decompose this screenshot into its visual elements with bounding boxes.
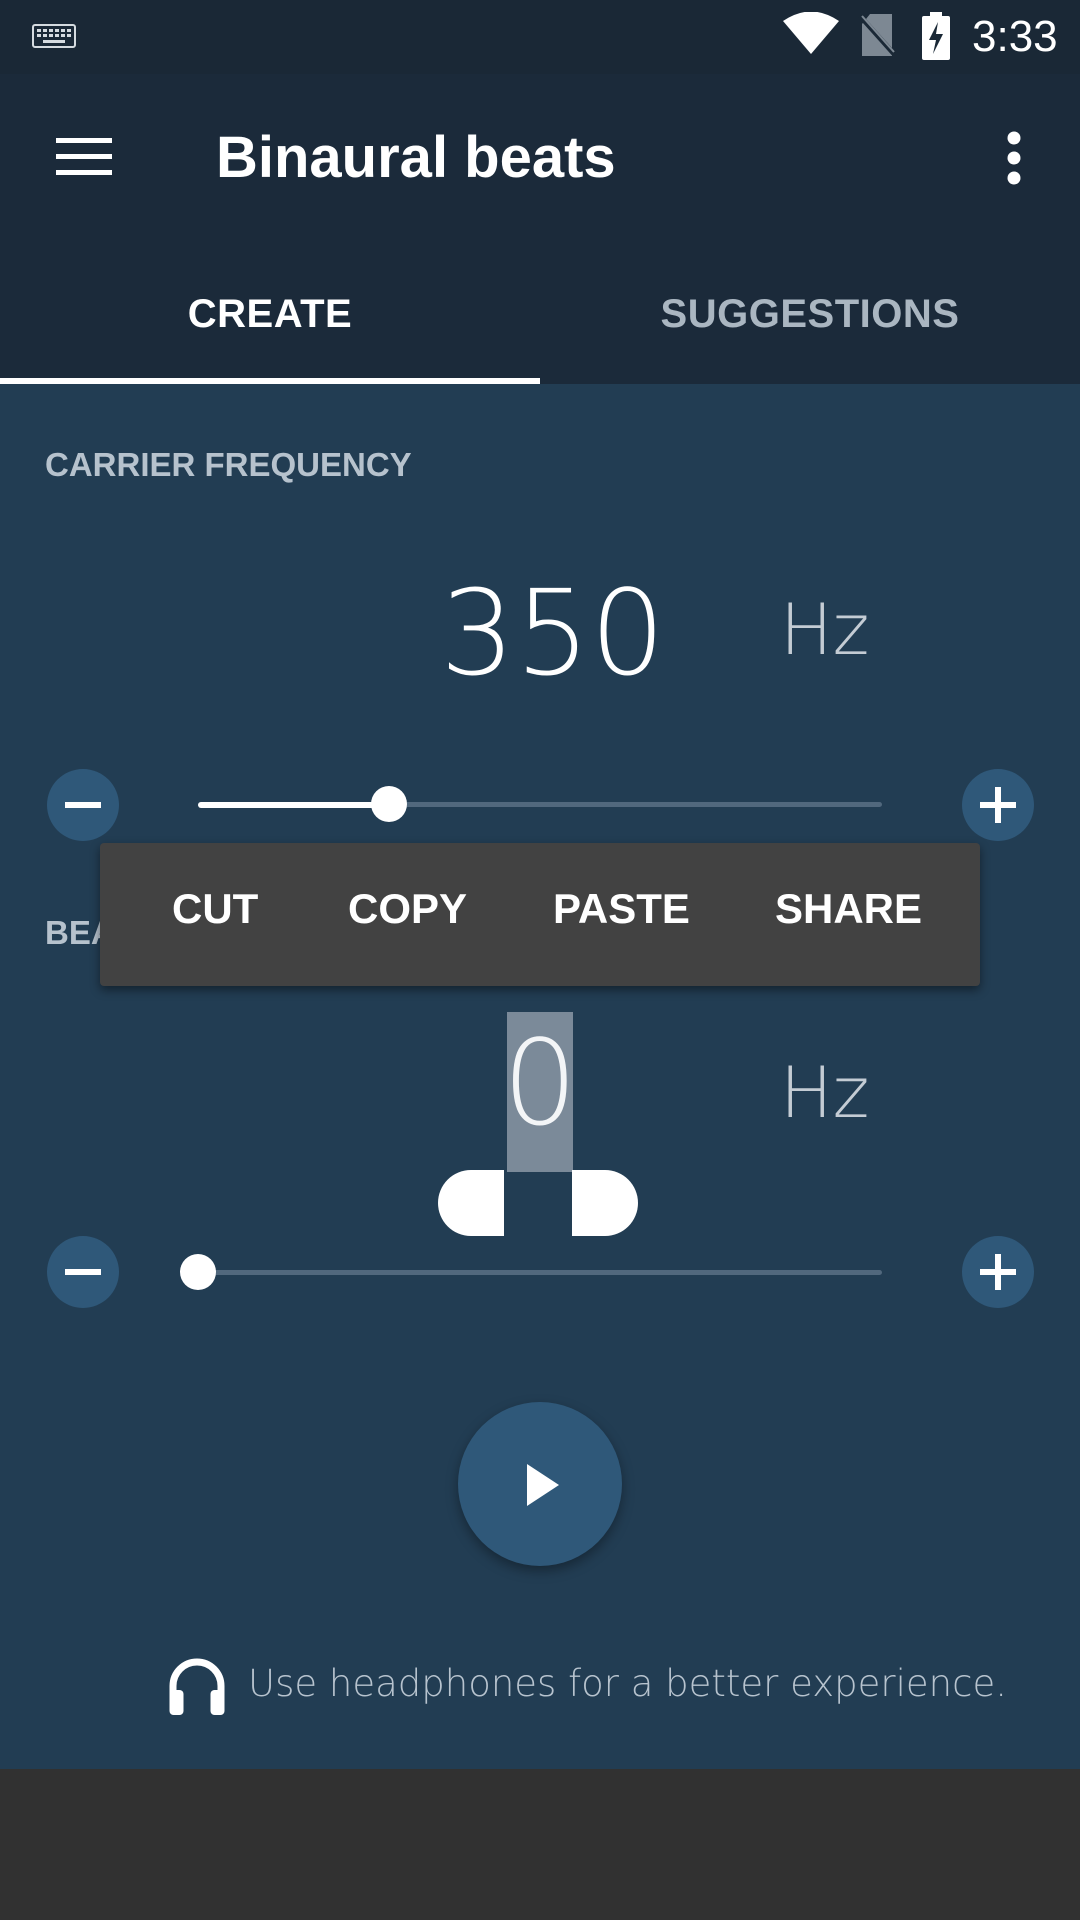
share-button[interactable]: SHARE — [775, 885, 922, 933]
hamburger-menu-icon[interactable] — [56, 136, 112, 178]
paste-button[interactable]: PASTE — [553, 885, 690, 933]
copy-button[interactable]: COPY — [348, 885, 467, 933]
play-button[interactable] — [458, 1402, 622, 1566]
play-icon — [527, 1464, 559, 1506]
minus-icon — [65, 802, 101, 808]
keyboard-icon — [32, 24, 76, 48]
beat-slider-thumb[interactable] — [180, 1254, 216, 1290]
beat-decrease-button[interactable] — [47, 1236, 119, 1308]
carrier-decrease-button[interactable] — [47, 769, 119, 841]
plus-icon — [980, 787, 1016, 823]
create-panel: CARRIER FREQUENCY 350 Hz BEA 0 Hz Use he… — [0, 384, 1080, 1769]
tab-suggestions[interactable]: SUGGESTIONS — [540, 286, 1080, 384]
wifi-icon — [783, 12, 839, 54]
beat-frequency-value[interactable]: 0 — [490, 1014, 590, 1152]
tab-create[interactable]: CREATE — [0, 286, 540, 384]
beat-frequency-unit: Hz — [780, 1052, 870, 1134]
cut-button[interactable]: CUT — [172, 885, 258, 933]
minus-icon — [65, 1269, 101, 1275]
beat-increase-button[interactable] — [962, 1236, 1034, 1308]
carrier-slider-fill — [198, 801, 389, 808]
beat-frequency-slider[interactable] — [198, 1270, 882, 1275]
tab-create-label: CREATE — [187, 292, 353, 336]
page-title: Binaural beats — [216, 125, 616, 190]
carrier-frequency-unit: Hz — [780, 589, 870, 671]
tab-suggestions-label: SUGGESTIONS — [660, 292, 960, 336]
headphones-icon — [169, 1658, 225, 1715]
selection-handle-right[interactable] — [570, 1170, 638, 1238]
app-bar: Binaural beats CREATE SUGGESTIONS — [0, 74, 1080, 384]
carrier-slider-thumb[interactable] — [371, 786, 407, 822]
headphones-hint: Use headphones for a better experience. — [248, 1662, 1007, 1705]
more-vert-icon[interactable] — [1002, 130, 1026, 186]
status-time: 3:33 — [972, 12, 1058, 61]
battery-charging-icon — [922, 12, 950, 60]
plus-icon — [980, 1254, 1016, 1290]
carrier-frequency-label: CARRIER FREQUENCY — [45, 446, 412, 483]
text-selection-menu: CUT COPY PASTE SHARE — [100, 843, 980, 986]
navigation-bar — [0, 1769, 1080, 1920]
selection-handle-left[interactable] — [438, 1170, 506, 1238]
carrier-increase-button[interactable] — [962, 769, 1034, 841]
carrier-frequency-value[interactable]: 350 — [440, 564, 665, 702]
no-sim-icon — [858, 14, 896, 56]
status-bar: 3:33 — [0, 0, 1080, 74]
